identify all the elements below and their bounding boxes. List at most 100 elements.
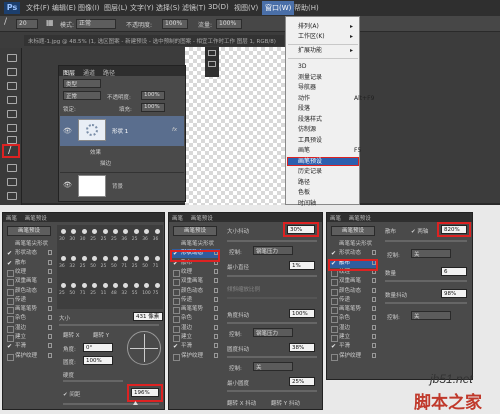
brush-setting-item[interactable]: 平滑 [330,342,378,351]
lock-icon[interactable] [372,343,376,349]
control-select[interactable]: 关 [411,311,451,320]
brush-setting-item[interactable]: 画笔笔势 [330,305,378,315]
menu-edit[interactable]: 编辑(E) [52,3,76,13]
tab-channels[interactable]: 通道 [83,68,95,77]
tilt-scale-slider[interactable] [227,297,317,299]
tab-paths[interactable]: 路径 [103,68,115,77]
menu-item-panel[interactable]: 画笔 F5 [298,147,361,155]
brush-setting-item[interactable]: 纹理 [172,268,220,277]
brush-tip[interactable]: 30 [80,228,89,242]
brush-setting-item[interactable]: 画笔笔尖形状 [172,240,220,249]
menu-file[interactable]: 文件(F) [26,3,50,13]
min-diameter-input[interactable]: 1% [289,261,315,270]
count-jitter-slider[interactable] [385,302,467,304]
spacing-checkbox[interactable]: ✔ 间距 [63,390,80,398]
eyedropper-tool-icon[interactable] [5,122,17,132]
flip-x-checkbox[interactable]: 翻转 X [63,331,80,339]
brush-tip[interactable]: 71 [153,255,162,269]
brush-tip[interactable]: 25 [111,228,120,242]
brush-size-picker[interactable]: 20 [16,19,38,29]
lock-icon[interactable] [214,334,218,339]
brush-tip[interactable]: 25 [90,282,99,296]
lock-icon[interactable] [214,268,218,274]
lock-icon[interactable] [372,334,376,339]
lock-icon[interactable] [372,287,376,293]
menu-image[interactable]: 图像(I) [78,3,100,13]
brush-setting-item[interactable]: 杂色 [6,314,54,324]
brush-tip[interactable]: 36 [142,228,151,242]
tab-brush-presets[interactable]: 画笔预设 [191,216,213,222]
menu-3d[interactable]: 3D(D) [208,3,229,11]
tab-brush[interactable]: 画笔 [172,216,183,222]
brush-setting-item[interactable]: 传递 [330,296,378,305]
brush-setting-item[interactable]: 湿边 [330,324,378,333]
angle-input[interactable]: 0° [83,343,113,352]
opacity-input[interactable]: 100% [162,19,188,29]
brush-setting-item[interactable]: 建立 [330,333,378,342]
brush-presets-panel-icon[interactable] [208,61,216,67]
brush-tip[interactable]: 36 [121,228,130,242]
control-select[interactable]: 钢笔压力 [253,328,293,337]
lock-icon[interactable] [214,296,218,302]
brush-tip[interactable]: 50 [142,255,151,269]
brush-setting-item[interactable]: 画笔笔势 [172,305,220,315]
menu-item-panel[interactable]: 仿制源 [298,126,316,134]
lock-icon[interactable] [48,296,52,302]
menu-type[interactable]: 文字(Y) [130,3,154,13]
effect-stroke-row[interactable]: 描边 [60,158,184,168]
flip-y-jitter-checkbox[interactable]: 翻转 Y 抖动 [271,399,300,407]
effects-row[interactable]: 效果 [60,147,184,157]
lock-icon[interactable] [48,343,52,349]
brush-tip[interactable]: 25 [80,255,89,269]
lock-icon[interactable] [214,352,218,358]
brush-presets-button[interactable]: 画笔预设 [7,226,51,236]
brush-setting-item[interactable]: 保护纹理 [330,352,378,361]
tab-layers[interactable]: 图层 [63,68,75,77]
brush-setting-item[interactable]: 杂色 [172,314,220,324]
lock-icon[interactable] [48,324,52,330]
brush-setting-item[interactable]: 传递 [172,296,220,305]
brush-tool-icon[interactable]: / [4,17,7,27]
lock-icon[interactable] [372,296,376,302]
brush-tool-highlight[interactable]: / [2,144,20,158]
lock-icon[interactable] [214,324,218,330]
healing-tool-icon[interactable] [5,134,17,144]
lock-icon[interactable] [48,278,52,284]
brush-tip[interactable]: 11 [101,282,110,296]
brush-presets-button[interactable]: 画笔预设 [331,226,375,236]
brush-setting-item[interactable]: 建立 [6,333,54,342]
brush-setting-item[interactable]: 画笔笔势 [6,305,54,315]
lock-icon[interactable] [214,306,218,312]
brush-presets-button[interactable]: 画笔预设 [173,226,217,236]
brush-tip[interactable]: 55 [132,282,141,296]
lock-icon[interactable] [372,324,376,330]
visibility-eye-icon[interactable]: 👁 [63,181,72,189]
brush-setting-item[interactable]: 画笔笔尖形状 [330,240,378,249]
menu-item-arrange[interactable]: 排列(A) ▸ [298,23,353,31]
clone-stamp-tool-icon[interactable] [5,162,17,172]
brush-tip[interactable]: 25 [132,255,141,269]
angle-jitter-slider[interactable] [227,322,317,324]
brush-tip[interactable]: 50 [111,255,120,269]
lock-icon[interactable] [48,259,52,265]
brush-setting-item[interactable]: 平滑 [172,342,220,351]
brush-panel-toggle-icon[interactable]: ▦ [46,18,54,27]
brush-tip[interactable]: 25 [101,228,110,242]
menu-item-panel[interactable]: 路径 [298,179,310,187]
lock-icon[interactable] [48,306,52,312]
control-select[interactable]: 钢笔压力 [253,246,293,255]
brush-setting-item[interactable]: 平滑 [6,342,54,351]
roundness-jitter-input[interactable]: 38% [289,343,315,352]
brush-tip[interactable]: 25 [59,282,68,296]
lock-icon[interactable] [372,306,376,312]
eraser-tool-icon[interactable] [5,190,17,200]
brush-tip[interactable]: 71 [121,255,130,269]
quick-select-tool-icon[interactable] [5,94,17,104]
menu-item-panel[interactable]: 色板 [298,189,310,197]
menu-item-panel[interactable]: 3D [298,63,306,71]
brush-setting-item[interactable]: 形状动态 [330,249,378,258]
brush-tip[interactable]: 30 [69,228,78,242]
size-slider[interactable] [59,324,159,326]
brush-tip[interactable]: 36 [153,228,162,242]
tab-brush-presets[interactable]: 画笔预设 [349,216,371,222]
